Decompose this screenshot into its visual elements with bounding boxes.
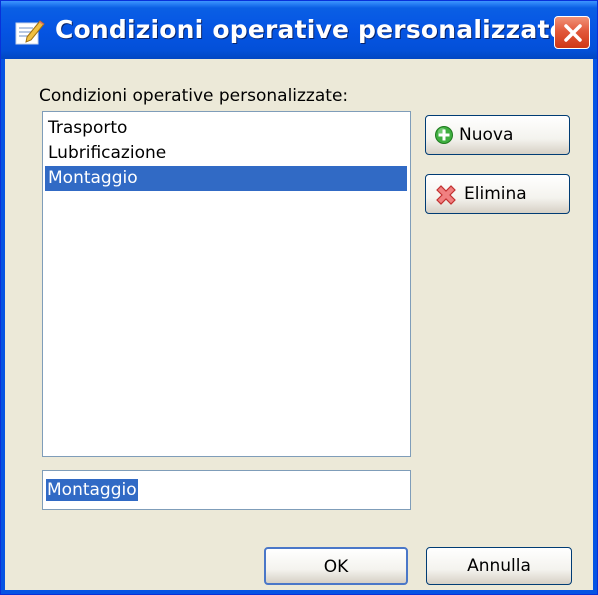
- close-icon: [564, 24, 582, 42]
- conditions-listbox[interactable]: Trasporto Lubrificazione Montaggio: [42, 111, 411, 457]
- add-icon: [435, 126, 453, 144]
- window-frame-bottom: [1, 590, 597, 594]
- condition-name-input[interactable]: Montaggio: [42, 470, 411, 510]
- ok-button[interactable]: OK: [264, 547, 408, 585]
- delete-button-label: Elimina: [464, 184, 527, 204]
- close-button[interactable]: [554, 16, 590, 49]
- delete-icon: [436, 185, 456, 205]
- window-title: Condizioni operative personalizzate: [55, 15, 567, 44]
- list-item-trasporto[interactable]: Trasporto: [45, 116, 407, 141]
- edit-icon: [15, 20, 45, 45]
- list-item-lubrificazione[interactable]: Lubrificazione: [45, 141, 407, 166]
- cancel-button-label: Annulla: [467, 556, 531, 576]
- new-button[interactable]: Nuova: [425, 115, 570, 155]
- title-bar[interactable]: Condizioni operative personalizzate: [1, 1, 597, 59]
- dialog-content: Condizioni operative personalizzate: Tra…: [5, 59, 593, 590]
- delete-button[interactable]: Elimina: [425, 174, 570, 214]
- ok-button-label: OK: [323, 557, 349, 577]
- dialog-window: Condizioni operative personalizzate Cond…: [0, 0, 598, 595]
- new-button-label: Nuova: [459, 125, 514, 145]
- list-label: Condizioni operative personalizzate:: [39, 86, 349, 106]
- condition-name-value: Montaggio: [46, 479, 138, 501]
- list-item-montaggio[interactable]: Montaggio: [45, 166, 407, 191]
- window-frame-right: [593, 59, 597, 594]
- cancel-button[interactable]: Annulla: [426, 547, 572, 585]
